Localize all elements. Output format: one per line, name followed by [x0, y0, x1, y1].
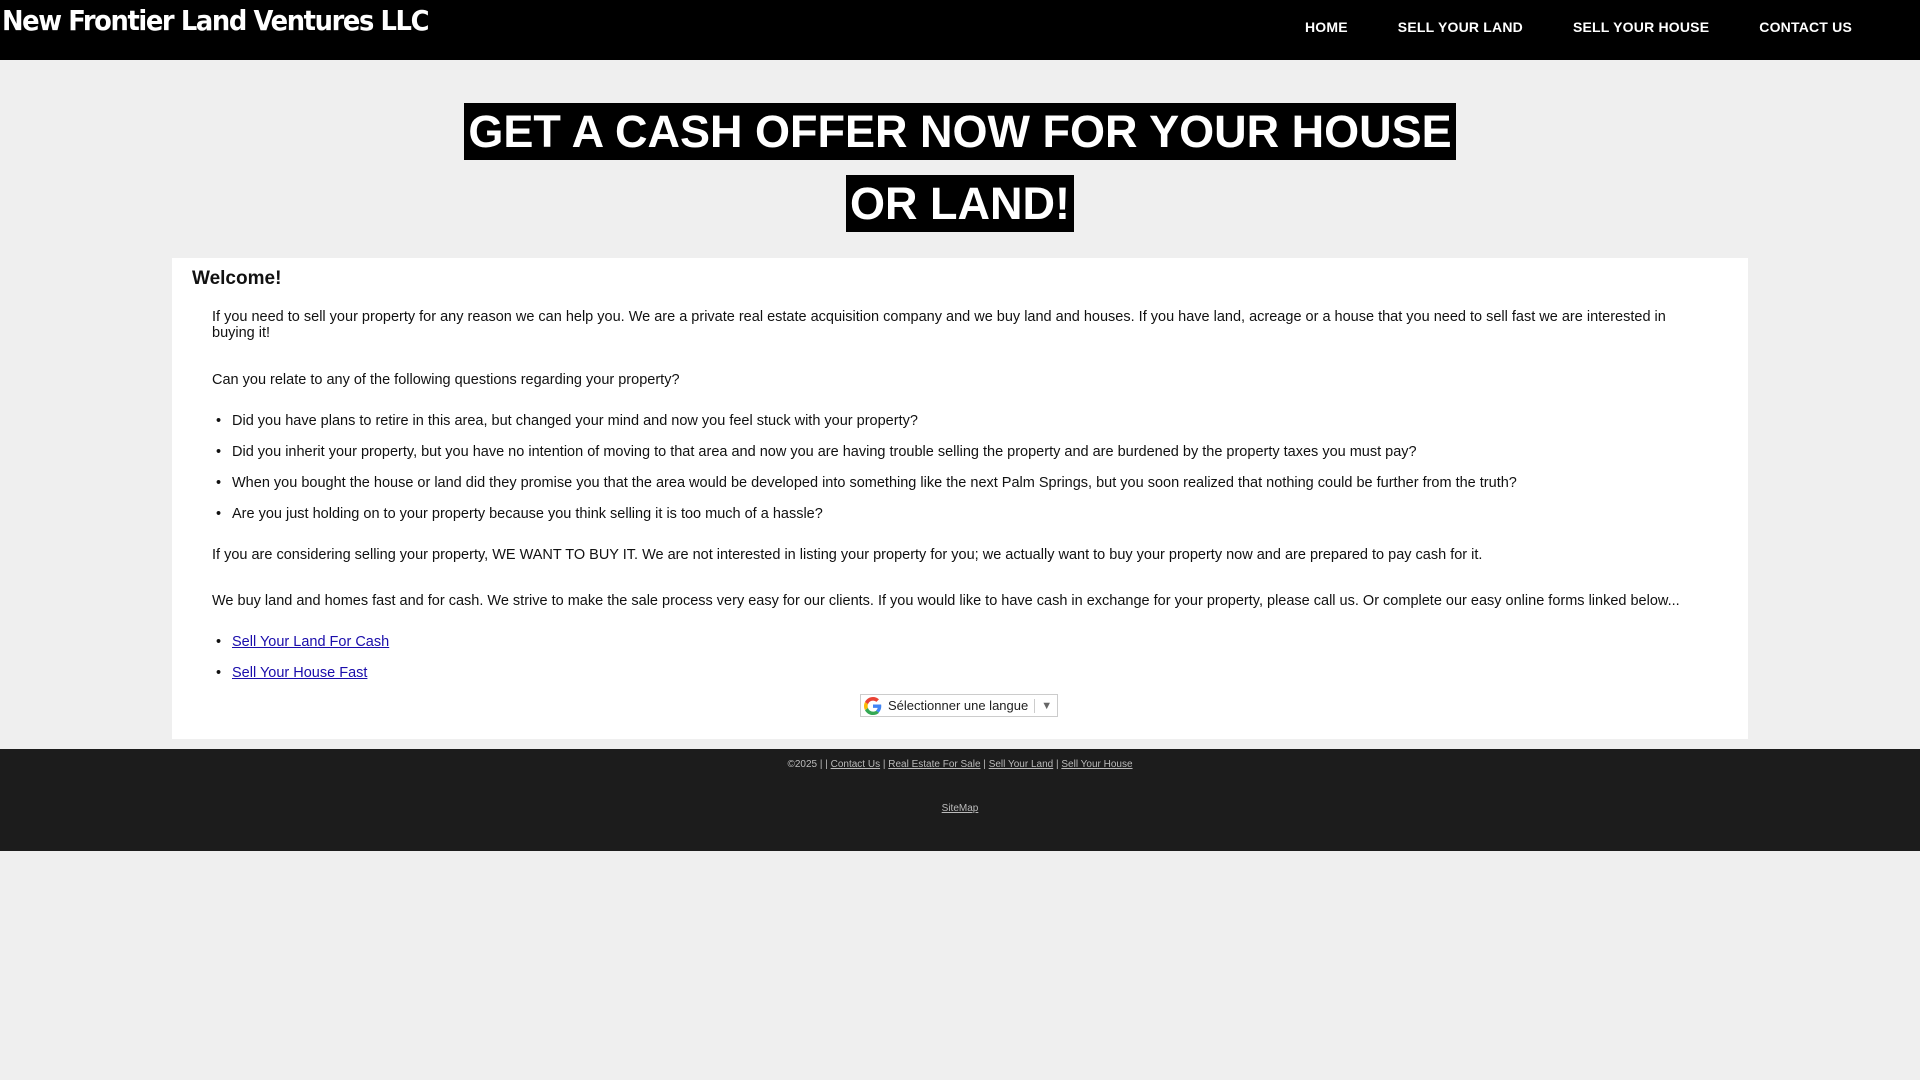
footer-copyright: ©2025 | | — [787, 759, 828, 770]
nav-contact-us[interactable]: CONTACT US — [1759, 19, 1852, 35]
nav-sell-your-land[interactable]: SELL YOUR LAND — [1398, 19, 1523, 35]
language-select-label: Sélectionner une langue — [888, 698, 1029, 713]
site-footer: ©2025 | | Contact Us | Real Estate For S… — [0, 749, 1920, 851]
list-item: Sell Your Land For Cash — [216, 634, 389, 665]
want-to-buy-paragraph: If you are considering selling your prop… — [212, 547, 1483, 563]
footer-sitemap-row: SiteMap — [0, 803, 1920, 814]
footer-link-sell-land[interactable]: Sell Your Land — [989, 759, 1054, 770]
language-select[interactable]: Sélectionner une langue ▼ — [860, 694, 1058, 717]
main-nav: HOME SELL YOUR LAND SELL YOUR HOUSE CONT… — [1255, 0, 1852, 60]
list-item: Did you inherit your property, but you h… — [216, 444, 1517, 475]
nav-home[interactable]: HOME — [1305, 19, 1348, 35]
welcome-title: Welcome! — [192, 268, 282, 289]
welcome-card: Welcome! If you need to sell your proper… — [172, 258, 1748, 739]
cash-paragraph: We buy land and homes fast and for cash.… — [212, 593, 1680, 609]
footer-links-row: ©2025 | | Contact Us | Real Estate For S… — [787, 759, 1133, 770]
footer-link-sell-house[interactable]: Sell Your House — [1061, 759, 1132, 770]
sell-house-link[interactable]: Sell Your House Fast — [232, 665, 367, 681]
site-brand[interactable]: New Frontier Land Ventures LLC — [2, 4, 429, 37]
top-nav-bar: New Frontier Land Ventures LLC HOME SELL… — [0, 0, 1920, 60]
list-item: Sell Your House Fast — [216, 665, 389, 696]
footer-link-contact[interactable]: Contact Us — [831, 759, 880, 770]
hero-banner: GET A CASH OFFER NOW FOR YOUR HOUSE OR L… — [0, 101, 1920, 245]
form-links-list: Sell Your Land For Cash Sell Your House … — [216, 634, 389, 696]
list-item: When you bought the house or land did th… — [216, 475, 1517, 506]
nav-sell-your-house[interactable]: SELL YOUR HOUSE — [1573, 19, 1709, 35]
hero-headline: GET A CASH OFFER NOW FOR YOUR HOUSE OR L… — [464, 103, 1456, 232]
list-item: Did you have plans to retire in this are… — [216, 413, 1517, 444]
dropdown-arrow-icon: ▼ — [1041, 699, 1053, 712]
footer-link-real-estate[interactable]: Real Estate For Sale — [888, 759, 980, 770]
intro-paragraph: If you need to sell your property for an… — [212, 309, 1666, 341]
question-intro: Can you relate to any of the following q… — [212, 372, 680, 388]
list-item: Are you just holding on to your property… — [216, 506, 1517, 537]
google-g-icon — [864, 696, 882, 715]
footer-link-sitemap[interactable]: SiteMap — [942, 803, 979, 814]
divider — [1034, 698, 1036, 713]
sell-land-link[interactable]: Sell Your Land For Cash — [232, 634, 389, 650]
question-list: Did you have plans to retire in this are… — [216, 413, 1517, 537]
